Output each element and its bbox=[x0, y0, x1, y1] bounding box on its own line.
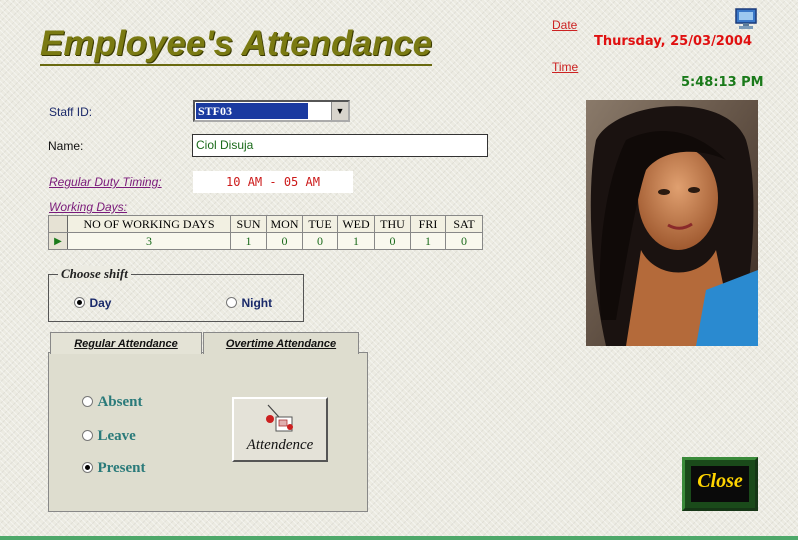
attendance-register-icon bbox=[266, 404, 293, 432]
cell-fri: 1 bbox=[410, 232, 446, 250]
col-header-sat: SAT bbox=[445, 215, 483, 233]
col-header-fri: FRI bbox=[410, 215, 446, 233]
employee-photo-image bbox=[586, 100, 758, 346]
col-header-tue: TUE bbox=[302, 215, 338, 233]
cell-sat: 0 bbox=[445, 232, 483, 250]
date-label: Date bbox=[552, 18, 578, 32]
attendance-option-present[interactable]: Present bbox=[82, 459, 146, 477]
shift-option-label: Day bbox=[89, 296, 112, 310]
staff-id-value: STF03 bbox=[196, 103, 308, 119]
close-button[interactable]: Close bbox=[682, 457, 758, 511]
attendance-button[interactable]: Attendence bbox=[232, 397, 328, 462]
shift-legend: Choose shift bbox=[58, 266, 131, 282]
cell-wed: 1 bbox=[337, 232, 375, 250]
duty-timing-value: 10 AM - 05 AM bbox=[193, 171, 353, 193]
name-field[interactable]: Ciol Disuja bbox=[192, 134, 488, 157]
radio-unchecked-icon[interactable] bbox=[226, 297, 237, 309]
row-selector-icon[interactable]: ▶ bbox=[48, 232, 68, 250]
col-header-working-days: NO OF WORKING DAYS bbox=[67, 215, 231, 233]
attendance-option-absent[interactable]: Absent bbox=[82, 393, 142, 411]
bottom-border bbox=[0, 536, 798, 540]
shift-option-night[interactable]: Night bbox=[226, 294, 272, 312]
col-header-wed: WED bbox=[337, 215, 375, 233]
col-header-mon: MON bbox=[266, 215, 303, 233]
attendance-option-label: Leave bbox=[97, 428, 136, 444]
cell-mon: 0 bbox=[266, 232, 303, 250]
cell-tue: 0 bbox=[302, 232, 338, 250]
attendance-button-label: Attendence bbox=[246, 437, 314, 453]
radio-unchecked-icon[interactable] bbox=[82, 396, 93, 408]
working-days-label: Working Days: bbox=[49, 200, 128, 214]
table-row[interactable]: ▶ 3 1 0 0 1 0 1 0 bbox=[48, 232, 483, 250]
employee-photo bbox=[586, 100, 758, 346]
radio-checked-icon[interactable] bbox=[74, 297, 85, 309]
radio-unchecked-icon[interactable] bbox=[82, 430, 93, 442]
time-value: 5:48:13 PM bbox=[681, 75, 764, 90]
staff-id-select[interactable]: STF03 ▼ bbox=[193, 100, 350, 122]
cell-thu: 0 bbox=[374, 232, 411, 250]
tab-regular-attendance[interactable]: Regular Attendance bbox=[50, 332, 202, 354]
cell-working-days: 3 bbox=[67, 232, 231, 250]
grid-header-row: NO OF WORKING DAYS SUN MON TUE WED THU F… bbox=[48, 215, 483, 233]
chevron-down-icon[interactable]: ▼ bbox=[331, 102, 348, 120]
grid-corner bbox=[48, 215, 68, 233]
attendance-option-label: Present bbox=[97, 460, 146, 476]
shift-option-label: Night bbox=[241, 296, 273, 310]
col-header-sun: SUN bbox=[230, 215, 267, 233]
attendance-option-label: Absent bbox=[97, 394, 143, 410]
cell-sun: 1 bbox=[230, 232, 267, 250]
attendance-option-leave[interactable]: Leave bbox=[82, 427, 136, 445]
staff-id-label: Staff ID: bbox=[49, 105, 93, 119]
shift-option-day[interactable]: Day bbox=[74, 294, 111, 312]
close-button-label: Close bbox=[691, 466, 749, 502]
time-label: Time bbox=[552, 60, 579, 74]
radio-checked-icon[interactable] bbox=[82, 462, 93, 474]
name-label: Name: bbox=[48, 139, 84, 153]
duty-timing-label: Regular Duty Timing: bbox=[49, 175, 162, 189]
date-value: Thursday, 25/03/2004 bbox=[594, 34, 752, 49]
working-days-grid[interactable]: NO OF WORKING DAYS SUN MON TUE WED THU F… bbox=[48, 215, 483, 250]
computer-monitor-icon[interactable] bbox=[733, 8, 759, 30]
tab-overtime-attendance[interactable]: Overtime Attendance bbox=[203, 332, 359, 354]
page-title: Employee's Attendance bbox=[40, 24, 433, 66]
col-header-thu: THU bbox=[374, 215, 411, 233]
